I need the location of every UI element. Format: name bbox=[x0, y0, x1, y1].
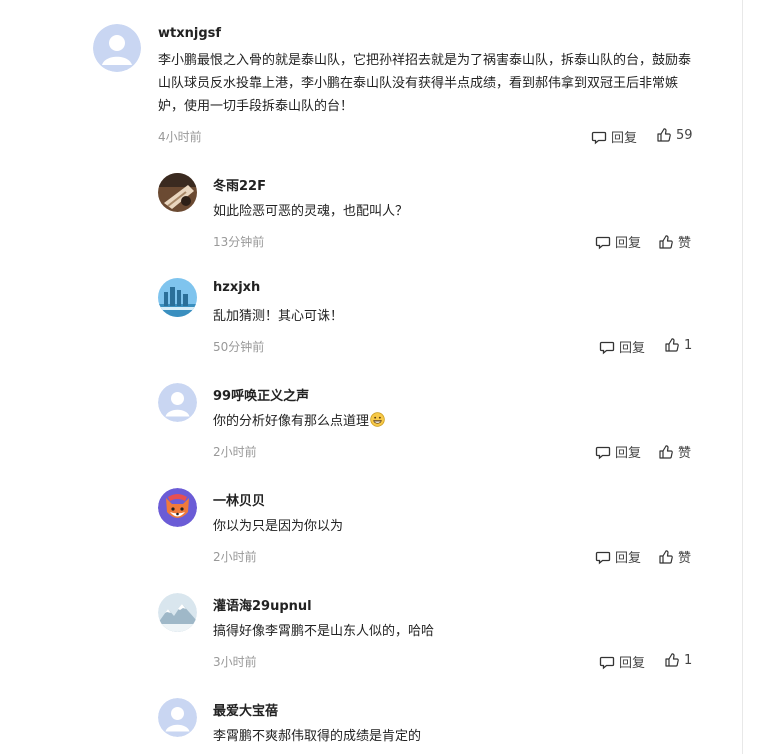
reply-label: 回复 bbox=[615, 236, 642, 251]
reply-label: 回复 bbox=[615, 551, 642, 566]
thumbs-up-icon bbox=[665, 338, 679, 352]
reply-label: 回复 bbox=[611, 131, 638, 146]
reply-button[interactable]: 回复 bbox=[599, 337, 645, 356]
reply-content: 你的分析好像有那么点道理 bbox=[213, 410, 385, 433]
reply-label: 回复 bbox=[619, 656, 646, 671]
reply-label: 回复 bbox=[615, 446, 642, 461]
like-button[interactable]: 赞 bbox=[658, 442, 691, 461]
like-button[interactable]: 59 bbox=[656, 127, 693, 143]
top-comment: wtxnjgsf 李小鹏最恨之入骨的就是泰山队，它把孙祥招去就是为了祸害泰山队，… bbox=[93, 24, 703, 154]
like-count: 59 bbox=[676, 127, 693, 143]
fox-cartoon-avatar-icon[interactable] bbox=[158, 488, 197, 527]
like-count: 1 bbox=[684, 337, 693, 353]
default-user-avatar-icon[interactable] bbox=[158, 698, 197, 737]
comment-time: 4小时前 bbox=[158, 130, 202, 144]
reply-username[interactable]: 99呼唤正义之声 bbox=[213, 385, 309, 404]
reply-item: hzxjxh 乱加猜测！其心可诛！ 50分钟前 回复 1 bbox=[158, 278, 698, 358]
reply-time: 2小时前 bbox=[213, 550, 257, 564]
comment-content: 李小鹏最恨之入骨的就是泰山队，它把孙祥招去就是为了祸害泰山队，拆泰山队的台，鼓励… bbox=[158, 53, 692, 114]
reply-content: 如此险恶可恶的灵魂，也配叫人？ bbox=[213, 204, 409, 219]
comment-bubble-icon bbox=[595, 446, 611, 459]
photo-avatar-icon[interactable] bbox=[158, 173, 197, 212]
grinning-face-emoji-icon bbox=[370, 412, 385, 427]
divider bbox=[742, 0, 743, 754]
like-count: 赞 bbox=[678, 551, 692, 566]
thumbs-up-icon bbox=[657, 128, 671, 142]
thumbs-up-icon bbox=[665, 653, 679, 667]
reply-time: 3小时前 bbox=[213, 655, 257, 669]
comment-username[interactable]: wtxnjgsf bbox=[158, 26, 221, 41]
reply-username[interactable]: 最爱大宝蓓 bbox=[213, 700, 278, 719]
snow-mountain-avatar-icon[interactable] bbox=[158, 593, 197, 632]
default-user-avatar-icon[interactable] bbox=[158, 383, 197, 422]
reply-item: 一林贝贝 你以为只是因为你以为 2小时前 回复 赞 bbox=[158, 488, 698, 568]
reply-item: 灌语海29upnul 搞得好像李霄鹏不是山东人似的，哈哈 3小时前 回复 1 bbox=[158, 593, 698, 673]
like-button[interactable]: 1 bbox=[664, 337, 692, 353]
comment-thread: wtxnjgsf 李小鹏最恨之入骨的就是泰山队，它把孙祥招去就是为了祸害泰山队，… bbox=[0, 0, 775, 754]
reply-text: 你的分析好像有那么点道理 bbox=[213, 414, 370, 429]
thumbs-up-icon bbox=[659, 444, 673, 459]
like-count: 赞 bbox=[678, 446, 692, 461]
comment-bubble-icon bbox=[595, 551, 611, 564]
default-user-avatar-icon[interactable] bbox=[93, 24, 141, 72]
thumbs-up-icon bbox=[659, 549, 673, 564]
reply-content: 乱加猜测！其心可诛！ bbox=[213, 309, 344, 324]
reply-username[interactable]: 一林贝贝 bbox=[213, 490, 265, 509]
comment-bubble-icon bbox=[599, 341, 615, 354]
like-count: 1 bbox=[684, 652, 693, 668]
like-button[interactable]: 1 bbox=[664, 652, 692, 668]
reply-item: 最爱大宝蓓 李霄鹏不爽郝伟取得的成绩是肯定的 bbox=[158, 698, 698, 754]
comment-bubble-icon bbox=[591, 131, 607, 144]
reply-button[interactable]: 回复 bbox=[595, 442, 641, 461]
reply-time: 13分钟前 bbox=[213, 235, 265, 249]
reply-content: 你以为只是因为你以为 bbox=[213, 519, 344, 534]
reply-username[interactable]: 灌语海29upnul bbox=[213, 595, 312, 614]
reply-content: 李霄鹏不爽郝伟取得的成绩是肯定的 bbox=[213, 729, 422, 744]
comment-bubble-icon bbox=[599, 656, 615, 669]
thumbs-up-icon bbox=[659, 234, 673, 249]
reply-button[interactable]: 回复 bbox=[591, 127, 637, 146]
reply-button[interactable]: 回复 bbox=[595, 547, 641, 566]
reply-item: 99呼唤正义之声 你的分析好像有那么点道理 2小时前 回复 赞 bbox=[158, 383, 698, 463]
comment-bubble-icon bbox=[595, 236, 611, 249]
reply-time: 2小时前 bbox=[213, 445, 257, 459]
reply-username[interactable]: 冬雨22F bbox=[213, 175, 266, 194]
reply-button[interactable]: 回复 bbox=[595, 232, 641, 251]
like-button[interactable]: 赞 bbox=[658, 547, 691, 566]
reply-username[interactable]: hzxjxh bbox=[213, 280, 260, 295]
like-button[interactable]: 赞 bbox=[658, 232, 691, 251]
reply-content: 搞得好像李霄鹏不是山东人似的，哈哈 bbox=[213, 624, 435, 639]
reply-time: 50分钟前 bbox=[213, 340, 265, 354]
reply-button[interactable]: 回复 bbox=[599, 652, 645, 671]
cityscape-avatar-icon[interactable] bbox=[158, 278, 197, 317]
reply-item: 冬雨22F 如此险恶可恶的灵魂，也配叫人？ 13分钟前 回复 赞 bbox=[158, 173, 698, 253]
reply-label: 回复 bbox=[619, 341, 646, 356]
like-count: 赞 bbox=[678, 236, 692, 251]
